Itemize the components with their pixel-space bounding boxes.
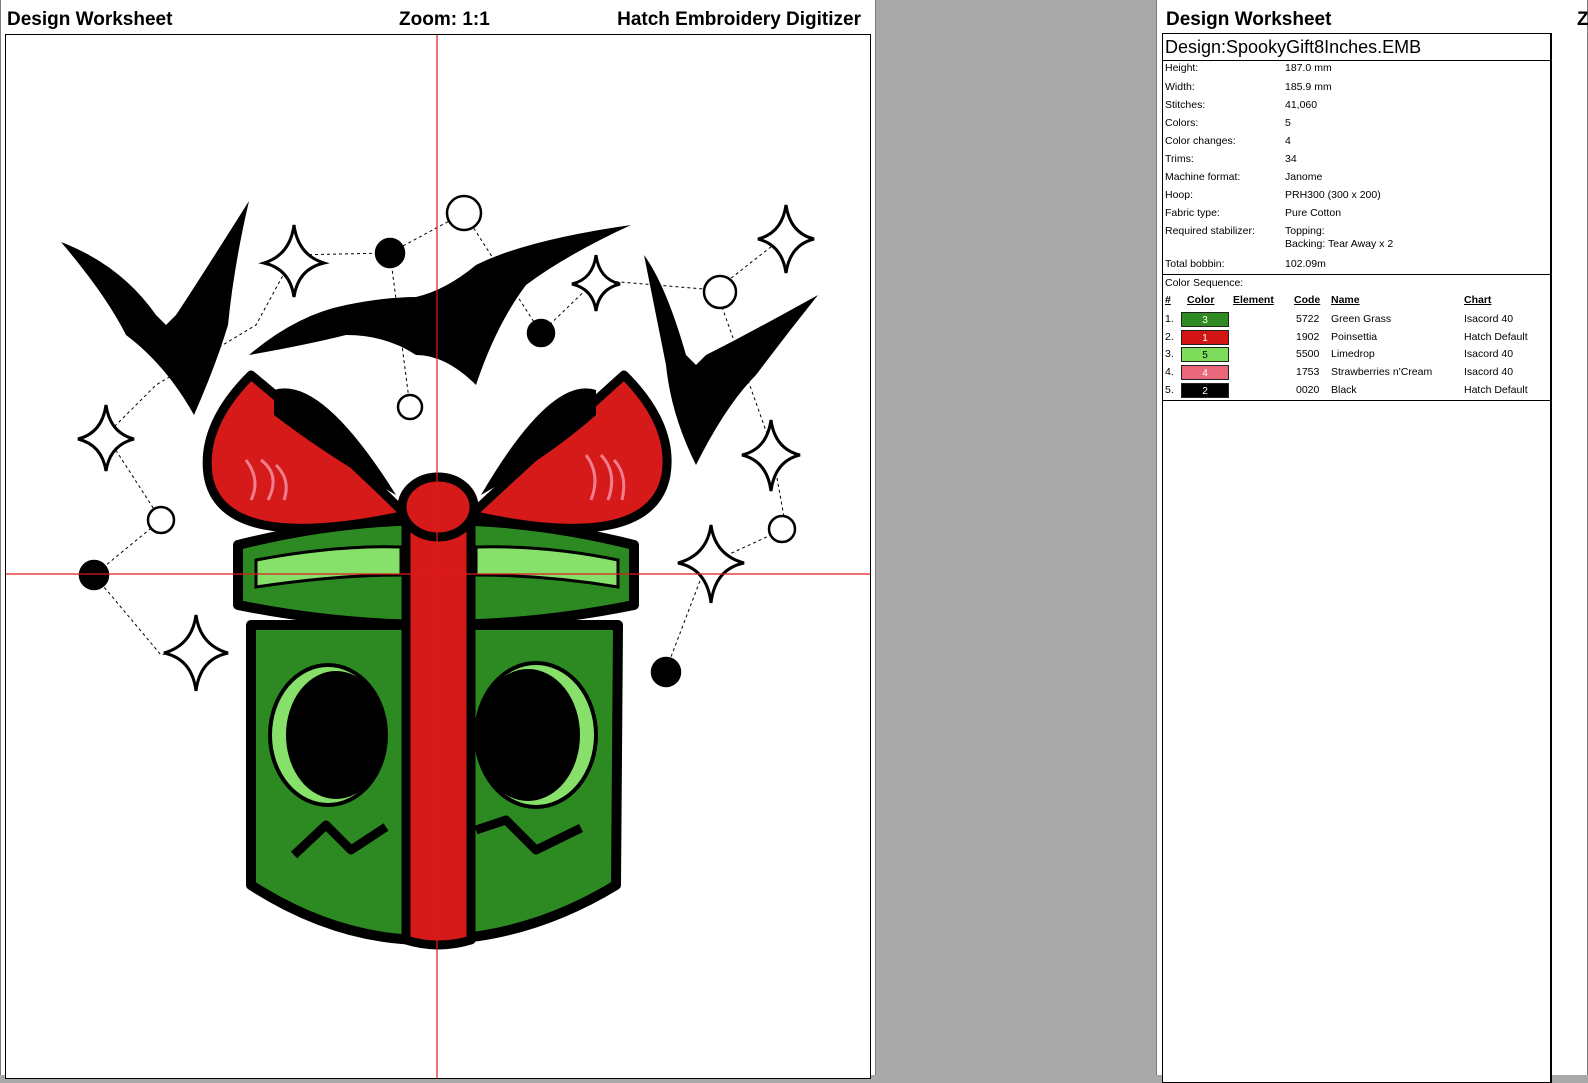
color-sequence-label: Color Sequence: [1165,277,1244,289]
color-swatch: 1 [1181,330,1229,345]
col-header-name: Name [1331,294,1360,306]
col-header-element: Element [1233,294,1274,306]
color-swatch: 3 [1181,312,1229,327]
design-canvas[interactable] [5,34,871,1079]
color-swatch: 5 [1181,347,1229,362]
col-header-color: Color [1187,294,1215,306]
color-row: 5. 2 0020 Black Hatch Default [1165,383,1528,398]
zoom-label: Zoom: [399,9,458,30]
color-row: 4. 4 1753 Strawberries n'Cream Isacord 4… [1165,365,1514,380]
color-row: 3. 5 5500 Limedrop Isacord 40 [1165,347,1514,362]
color-swatch: 4 [1181,365,1229,380]
col-header-code: Code [1294,294,1321,306]
design-name: Design:SpookyGift8Inches.EMB [1165,36,1421,58]
worksheet-title: Design Worksheet [7,9,173,30]
design-file-name: SpookyGift8Inches.EMB [1226,37,1422,57]
design-label: Design: [1165,37,1227,57]
design-info-panel: Design:SpookyGift8Inches.EMB Height: 187… [1162,33,1551,1083]
divider [1163,60,1550,61]
zoom-indicator: Zoom: 1:1 [399,8,490,32]
zoom-value: 1:1 [462,9,490,30]
bat-icons [61,201,818,465]
design-preview-page: Design Worksheet Zoom: 1:1 Hatch Embroid… [0,0,876,1079]
color-row: 1. 3 5722 Green Grass Isacord 40 [1165,312,1514,327]
color-swatch: 2 [1181,383,1229,398]
worksheet-title: Design Worksheet [1166,9,1332,30]
zoom-label-clipped: Z [1577,9,1588,30]
page-edge [1550,33,1552,1083]
embroidery-design [6,35,870,1078]
divider [1163,274,1550,275]
worksheet-info-page: Design Worksheet Z Design:SpookyGift8Inc… [1156,0,1588,1083]
divider [1163,400,1550,401]
app-name: Hatch Embroidery Digitizer [617,9,861,30]
col-header-num: # [1165,294,1171,306]
col-header-chart: Chart [1464,294,1492,306]
color-row: 2. 1 1902 Poinsettia Hatch Default [1165,330,1528,345]
